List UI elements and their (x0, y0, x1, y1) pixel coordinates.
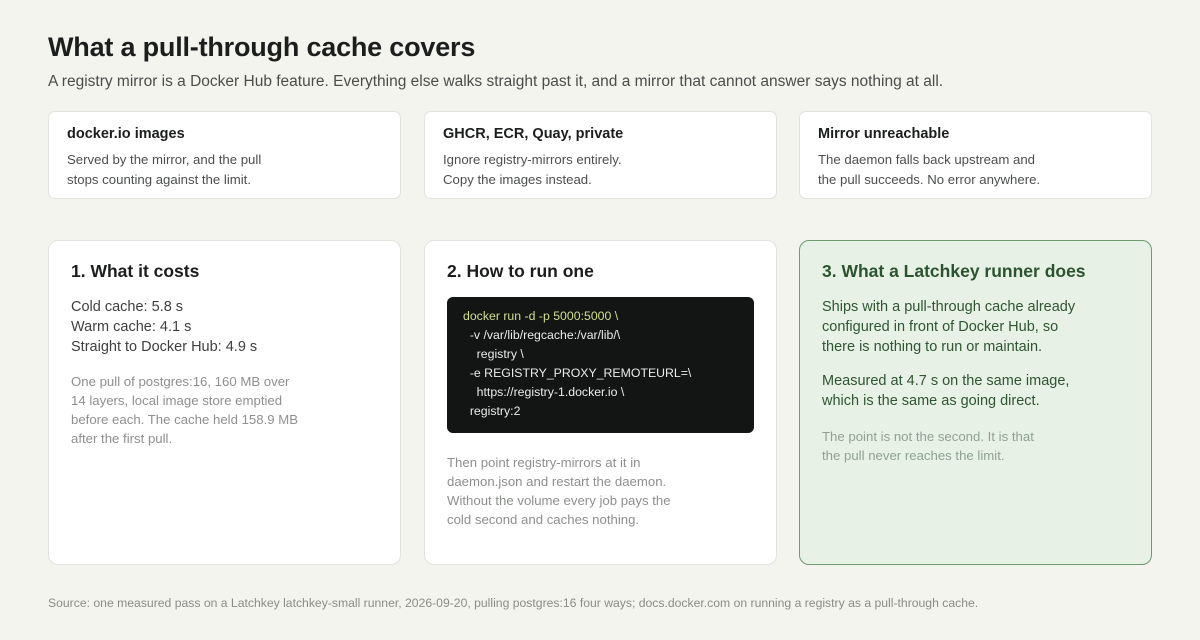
card-mirror-unreachable-body: The daemon falls back upstream and the p… (818, 152, 1041, 187)
run-note: Then point registry-mirrors at it in dae… (447, 455, 671, 527)
costs-title: 1. What it costs (71, 261, 200, 281)
card-other-registries-title: GHCR, ECR, Quay, private (443, 126, 624, 142)
runner-note: The point is not the second. It is that … (822, 429, 1034, 463)
coverage-cards: docker.io images Served by the mirror, a… (48, 111, 1152, 199)
run-card: 2. How to run one docker run -d -p 5000:… (424, 240, 777, 565)
source-footnote: Source: one measured pass on a Latchkey … (48, 596, 979, 610)
costs-card: 1. What it costs Cold cache: 5.8 s Warm … (48, 240, 401, 565)
cost-cold-cache: Cold cache: 5.8 s (71, 299, 184, 315)
runner-title: 3. What a Latchkey runner does (822, 261, 1086, 281)
card-other-registries-body: Ignore registry-mirrors entirely. Copy t… (443, 152, 622, 187)
card-docker-io-title: docker.io images (67, 126, 185, 142)
runner-paragraph-2: Measured at 4.7 s on the same image, whi… (822, 373, 1070, 409)
runner-card: 3. What a Latchkey runner does Ships wit… (799, 240, 1152, 565)
run-title: 2. How to run one (447, 261, 594, 281)
code-first-line: docker run -d -p 5000:5000 \ (463, 309, 619, 323)
card-mirror-unreachable-title: Mirror unreachable (818, 126, 950, 142)
runner-paragraph-1: Ships with a pull-through cache already … (822, 299, 1076, 355)
card-docker-io: docker.io images Served by the mirror, a… (48, 111, 401, 199)
detail-cards: 1. What it costs Cold cache: 5.8 s Warm … (48, 240, 1152, 565)
card-mirror-unreachable: Mirror unreachable The daemon falls back… (799, 111, 1152, 199)
page-title: What a pull-through cache covers (48, 32, 476, 62)
card-docker-io-body: Served by the mirror, and the pull stops… (67, 152, 262, 187)
costs-note: One pull of postgres:16, 160 MB over 14 … (71, 374, 299, 446)
cost-docker-hub: Straight to Docker Hub: 4.9 s (71, 339, 258, 355)
card-other-registries: GHCR, ECR, Quay, private Ignore registry… (424, 111, 777, 199)
code-rest-lines: -v /var/lib/regcache:/var/lib/\ registry… (469, 328, 692, 418)
page-subtitle: A registry mirror is a Docker Hub featur… (48, 73, 944, 90)
code-block: docker run -d -p 5000:5000 \ -v /var/lib… (447, 297, 754, 433)
cost-warm-cache: Warm cache: 4.1 s (71, 319, 192, 335)
